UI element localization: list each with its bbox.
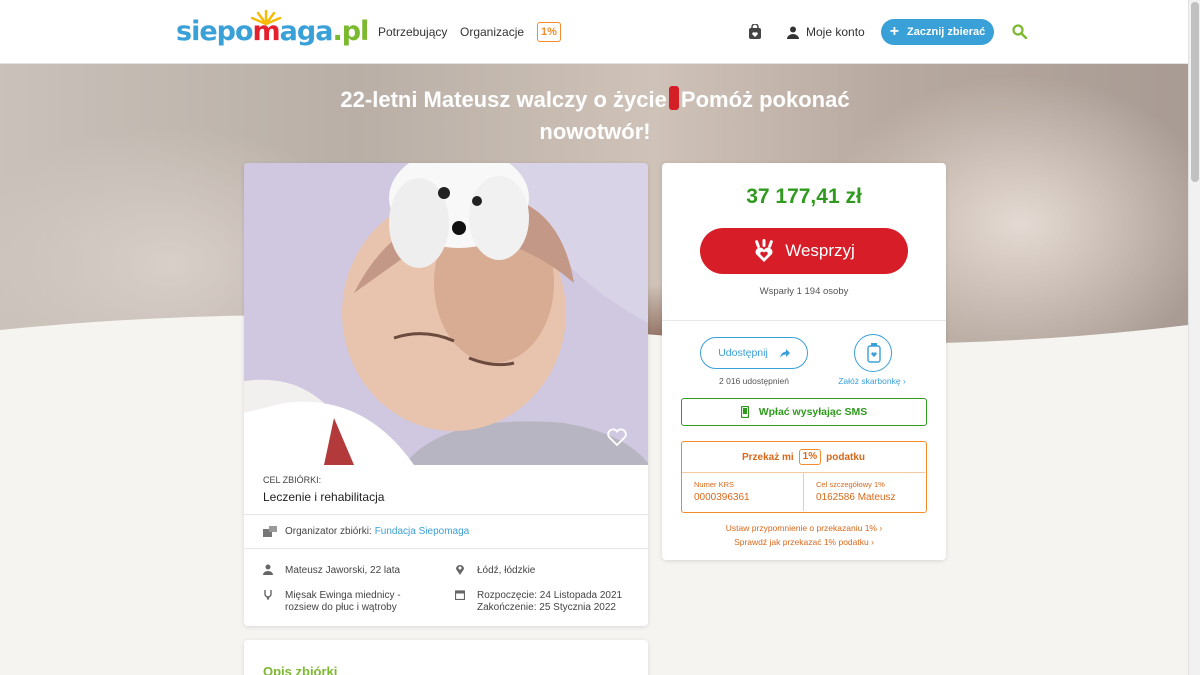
page-scrollbar[interactable] [1188,0,1200,675]
top-header: siepomaga.pl Potrzebujący Organizacje 1%… [0,0,1188,64]
tax-box-header: Przekaż mi 1% podatku [682,442,925,473]
plus-icon: + [889,23,900,40]
stethoscope-icon [264,590,272,600]
how-to-donate-link[interactable]: Sprawdź jak przekazać 1% podatku › [662,537,946,547]
exclamation-icon [668,86,679,110]
diagnosis-info: Mięsak Ewinga miednicy - rozsiew do płuc… [285,590,401,613]
piggy-bank-button[interactable] [854,334,892,372]
helping-hand-heart-icon [755,239,774,262]
person-icon [263,564,273,575]
divider [244,548,648,549]
share-arrow-icon [779,348,790,358]
siepomaga-logo[interactable]: siepomaga.pl [176,9,369,52]
logo-part: siepo [176,16,254,47]
tax-goal-field[interactable]: Cel szczegółowy 1% 0162586 Mateusz [804,473,925,511]
one-percent-tax-box: Przekaż mi 1% podatku Numer KRS 00003963… [681,441,927,513]
my-account-link[interactable]: Moje konto [787,0,865,64]
description-title: Opis zbiórki [263,664,338,675]
search-icon[interactable] [1012,24,1027,39]
my-account-label: Moje konto [806,25,865,39]
krs-value: 0000396361 [694,492,750,503]
tax-goal-label: Cel szczegółowy 1% [816,480,885,489]
krs-label: Numer KRS [694,480,735,489]
tax-goal-value: 0162586 Mateusz [816,492,896,503]
goal-value: Leczenie i rehabilitacja [263,490,385,504]
end-date: Zakończenie: 25 Stycznia 2022 [477,602,616,613]
piggy-link-label: Załóż skarbonkę [838,376,901,386]
logo-part: .pl [332,16,369,47]
divider [244,514,648,515]
organizer-link[interactable]: Fundacja Siepomaga [375,526,470,537]
howto-link-label: Sprawdź jak przekazać 1% podatku [734,537,869,547]
shares-count: 2 016 udostępnień [719,376,789,386]
nav-potrzebujacy[interactable]: Potrzebujący [378,0,447,64]
start-date: Rozpoczęcie: 24 Listopada 2021 [477,590,623,601]
krs-field[interactable]: Numer KRS 0000396361 [682,473,803,511]
divider [662,320,946,321]
chevron-right-icon: › [902,376,906,386]
piggy-bank-icon [867,343,881,363]
share-button[interactable]: Udostępnij [700,337,808,369]
support-button[interactable]: Wesprzyj [700,228,908,274]
photo-illustration [244,163,648,465]
set-reminder-link[interactable]: Ustaw przypomnienie o przekazaniu 1% › [662,523,946,533]
create-piggy-bank-link[interactable]: Załóż skarbonkę › [822,376,922,386]
chevron-right-icon: › [871,537,874,547]
start-fundraiser-label: Zacznij zbierać [907,26,986,38]
tax-title-part: podatku [826,451,866,463]
location-info: Łódź, łódzkie [477,565,536,576]
support-card: 37 177,41 zł Wesprzyj Wsparły 1 194 osob… [662,163,946,560]
organizer-label: Organizator zbiórki: [285,525,372,537]
scrollbar-thumb[interactable] [1191,2,1199,182]
phone-icon [740,406,749,418]
chevron-right-icon: › [879,523,883,533]
reminder-link-label: Ustaw przypomnienie o przekazaniu 1% [725,523,877,533]
organization-icon [263,526,277,537]
goal-label: CEL ZBIÓRKI: [263,475,322,485]
nav-one-percent[interactable]: 1% [537,22,561,42]
favorite-heart-icon[interactable] [606,427,628,447]
calendar-icon [455,590,465,600]
supporters-count: Wsparły 1 194 osoby [759,286,849,297]
location-pin-icon [456,565,464,575]
fundraiser-details-card: CEL ZBIÓRKI: Leczenie i rehabilitacja Or… [244,163,648,626]
one-percent-badge: 1% [798,449,822,465]
nav-organizacje[interactable]: Organizacje [460,0,524,64]
description-card: Opis zbiórki [244,640,648,675]
support-button-label: Wesprzyj [785,241,855,260]
fundraiser-title: 22-letni Mateusz walczy o życie Pomóż pok… [300,84,890,148]
title-part: 22-letni Mateusz walczy o życie [340,87,667,112]
sms-button-label: Wpłać wysyłając SMS [758,406,868,418]
user-icon [787,26,799,39]
fundraiser-photo [244,163,648,465]
bag-icon[interactable] [748,24,762,40]
share-button-label: Udostępnij [718,347,768,359]
start-fundraiser-button[interactable]: + Zacznij zbierać [881,19,994,45]
tax-title-part: Przekaż mi [741,451,794,463]
person-info: Mateusz Jaworski, 22 lata [285,565,401,576]
collected-amount: 37 177,41 zł [746,185,862,208]
organizer-row: Organizator zbiórki: Fundacja Siepomaga [263,525,469,537]
logo-part: aga [279,16,334,47]
sun-icon [250,9,282,26]
sms-donation-button[interactable]: Wpłać wysyłając SMS [681,398,927,426]
